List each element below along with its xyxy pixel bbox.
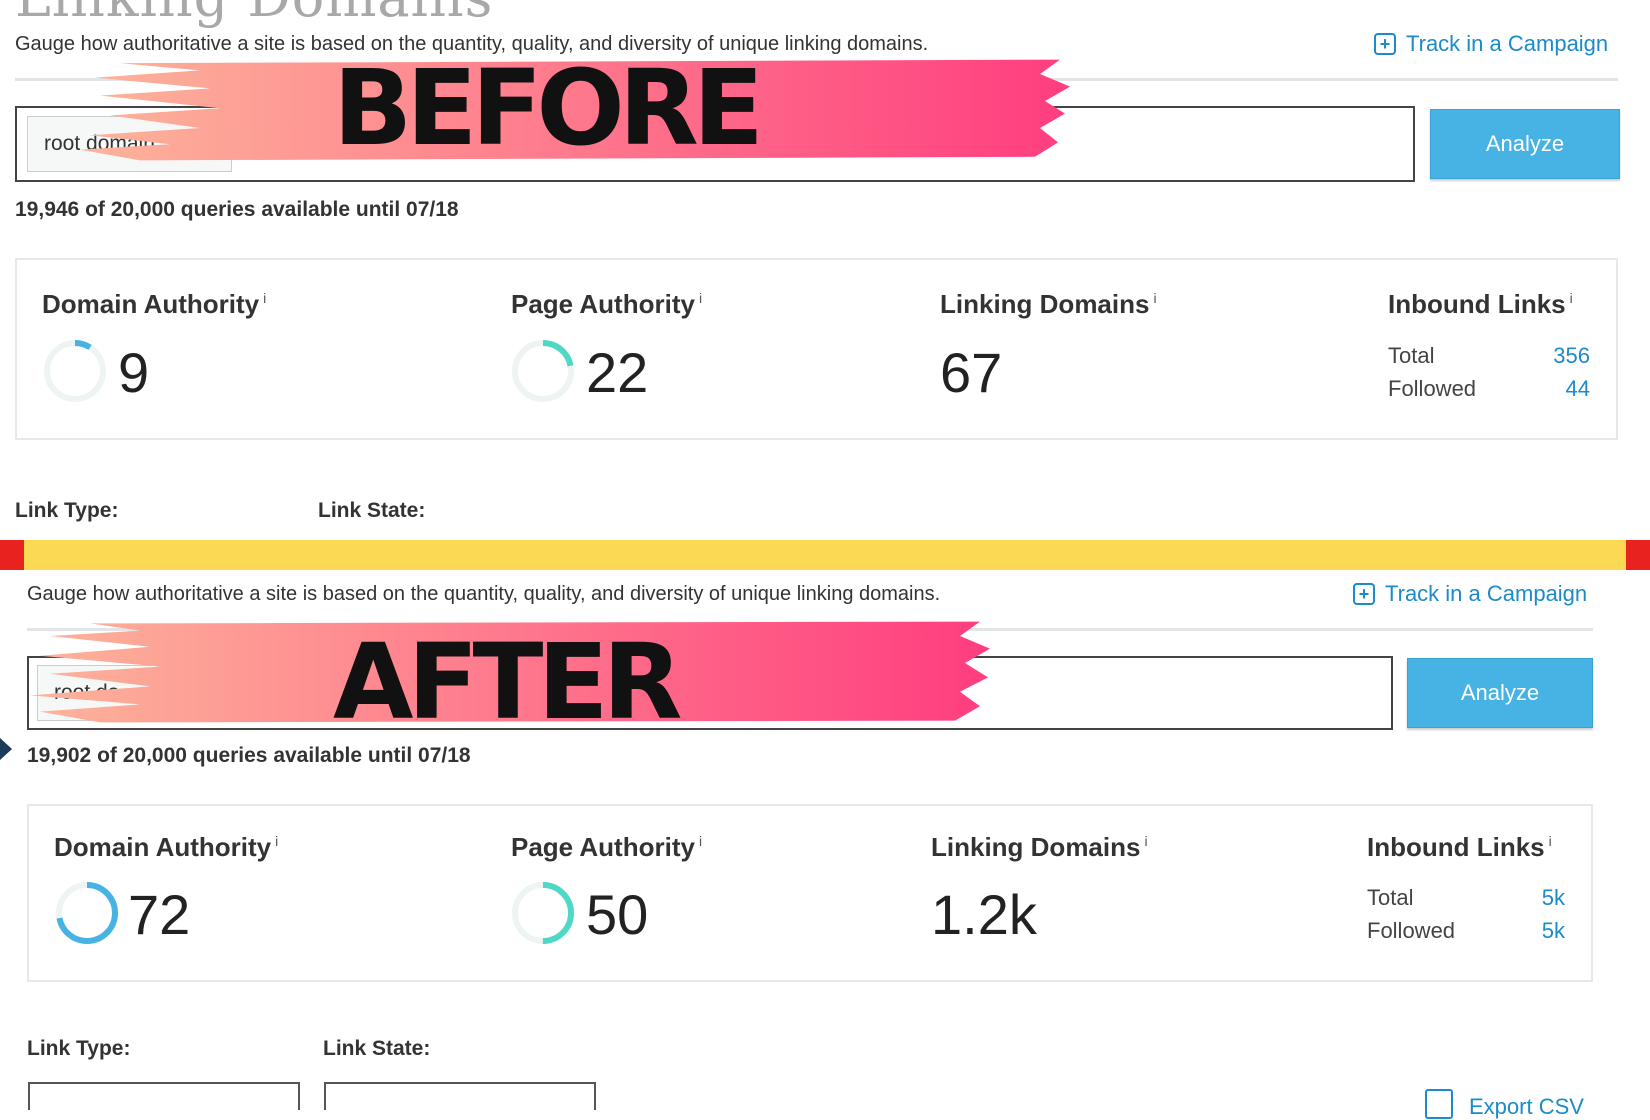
info-icon[interactable]: i [699,833,702,849]
info-icon[interactable]: i [263,290,266,306]
info-icon[interactable]: i [699,290,702,306]
plus-icon: + [1374,33,1396,55]
page-title: Linking Domains [15,0,493,29]
page-authority-value: 50 [586,883,649,946]
page-authority-label: Page Authority i [511,832,703,862]
page-authority-value: 22 [586,341,649,404]
inbound-links-label: Inbound Links i [1367,832,1552,862]
comparison-divider [0,540,1650,570]
link-type-select[interactable] [28,1082,300,1110]
info-icon[interactable]: i [1144,833,1147,849]
metrics-panel [15,258,1618,440]
track-campaign-link[interactable]: + Track in a Campaign [1374,31,1608,57]
domain-authority-label: Domain Authority i [54,832,279,862]
info-icon[interactable]: i [275,833,278,849]
download-icon[interactable] [1425,1089,1453,1119]
track-campaign-label: Track in a Campaign [1385,581,1588,606]
info-icon[interactable]: i [1153,290,1156,306]
inbound-followed-label: Followed [1367,918,1456,943]
domain-authority-ring [44,340,106,402]
page-authority-label: Page Authority i [511,289,703,319]
page-authority-ring [512,882,574,944]
inbound-total-label: Total [1388,343,1435,368]
metrics-panel [27,804,1593,982]
inbound-followed-value[interactable]: 44 [1500,376,1590,402]
linking-domains-label: Linking Domains i [931,832,1148,862]
inbound-followed-value[interactable]: 5k [1475,918,1565,944]
inbound-total-value[interactable]: 5k [1475,885,1565,911]
info-icon[interactable]: i [1570,290,1573,306]
domain-authority-value: 72 [128,883,191,946]
link-type-label: Link Type: [27,1037,131,1060]
ring-track [44,340,106,402]
linking-domains-label: Linking Domains i [940,289,1157,319]
inbound-total-value[interactable]: 356 [1500,343,1590,369]
quota-text: 19,946 of 20,000 queries available until… [15,198,459,221]
description-text: Gauge how authoritative a site is based … [27,583,941,605]
linking-domains-value: 67 [940,341,1003,404]
domain-authority-ring [56,882,118,944]
quota-text: 19,902 of 20,000 queries available until… [27,744,471,767]
track-campaign-link[interactable]: + Track in a Campaign [1353,581,1587,607]
link-state-label: Link State: [323,1037,431,1060]
track-campaign-label: Track in a Campaign [1406,31,1609,56]
link-state-select[interactable] [324,1082,596,1110]
page-authority-ring [512,340,574,402]
plus-icon: + [1353,583,1375,605]
link-type-label: Link Type: [15,499,119,522]
analyze-button[interactable]: Analyze [1407,658,1593,728]
divider-edge-right [1626,540,1650,570]
before-banner: BEFORE [333,47,764,169]
domain-authority-label: Domain Authority i [42,289,267,319]
inbound-links-label: Inbound Links i [1388,289,1573,319]
inbound-total-label: Total [1367,885,1414,910]
analyze-button[interactable]: Analyze [1430,109,1620,179]
link-state-label: Link State: [318,499,426,522]
divider-edge-left [0,540,24,570]
after-banner: AFTER [333,621,683,743]
inbound-followed-label: Followed [1388,376,1477,401]
domain-authority-value: 9 [118,341,150,404]
info-icon[interactable]: i [1549,833,1552,849]
linking-domains-value: 1.2k [931,883,1037,946]
caret-right-icon[interactable] [0,738,12,760]
export-csv-link[interactable]: Export CSV [1469,1094,1584,1120]
